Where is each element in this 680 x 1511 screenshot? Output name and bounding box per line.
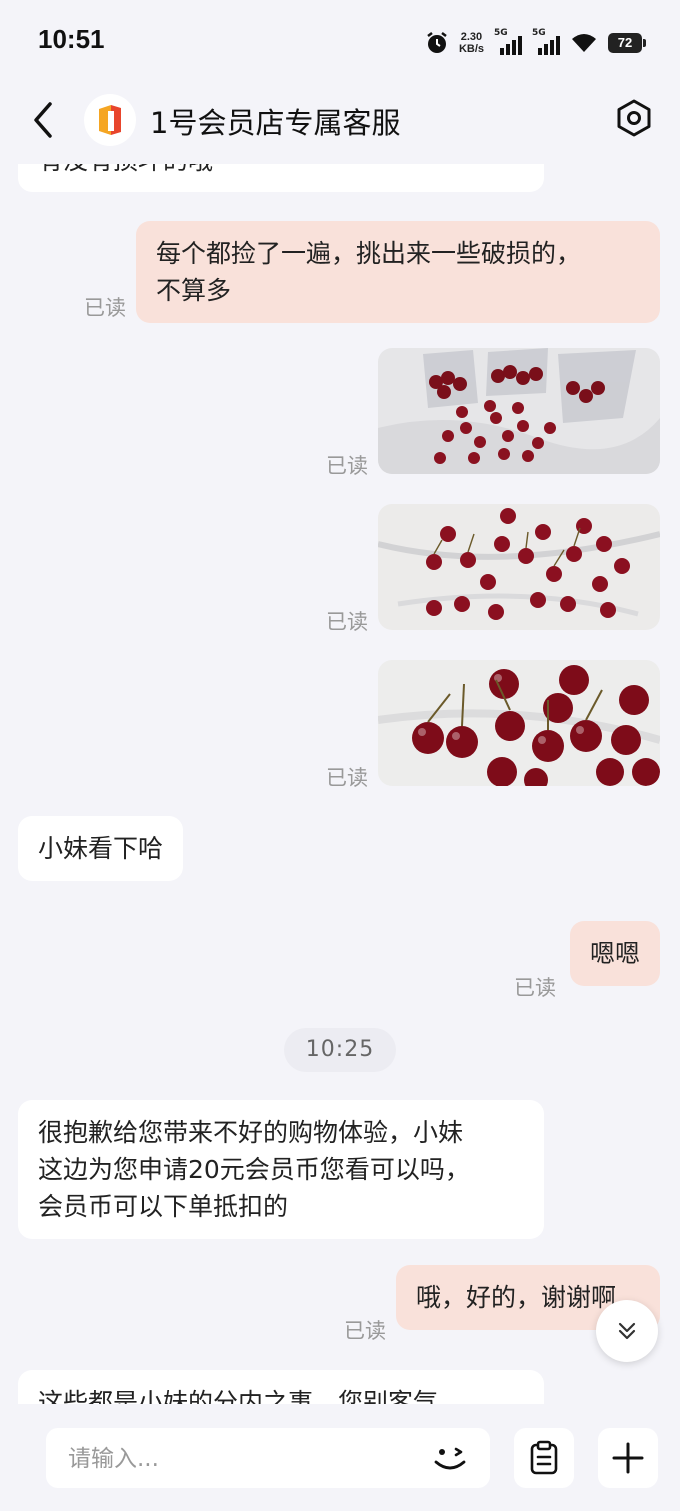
message-image-cherries-closeup[interactable] xyxy=(378,660,660,786)
read-status: 已读 xyxy=(326,454,368,478)
status-time: 10:51 xyxy=(38,24,105,54)
add-more-button[interactable] xyxy=(598,1428,658,1488)
clipboard-button[interactable] xyxy=(514,1428,574,1488)
message-outgoing: 嗯嗯 xyxy=(569,921,660,986)
message-image-cherries-bags[interactable] xyxy=(378,348,660,474)
clipboard-icon xyxy=(530,1440,558,1475)
shop-avatar[interactable] xyxy=(84,94,136,146)
battery-indicator: 72 xyxy=(608,33,646,53)
wifi-icon xyxy=(572,34,596,52)
chat-header: 1号会员店专属客服 xyxy=(0,84,680,164)
message-image-cherries-marble[interactable] xyxy=(378,504,660,630)
message-incoming: 小妹看下哈 xyxy=(18,816,184,881)
message-input[interactable] xyxy=(66,1428,410,1490)
signal-icon-sim2: 5G xyxy=(532,28,560,55)
plus-icon xyxy=(612,1442,644,1474)
time-divider: 10:25 xyxy=(284,1028,396,1072)
wink-face-icon[interactable] xyxy=(430,1440,470,1476)
message-incoming: 有没有损坏的哦 xyxy=(18,164,544,192)
read-status: 已读 xyxy=(84,296,126,320)
scroll-to-bottom-button[interactable] xyxy=(596,1300,658,1362)
back-chevron-icon[interactable] xyxy=(28,100,58,140)
message-outgoing: 每个都捡了一遍，挑出来一些破损的， 不算多 xyxy=(136,221,660,323)
settings-gear-icon[interactable] xyxy=(614,98,654,138)
input-bar xyxy=(0,1404,680,1511)
message-input-box[interactable] xyxy=(46,1428,490,1490)
message-incoming: 很抱歉给您带来不好的购物体验，小妹 这边为您申请20元会员币您看可以吗， 会员币… xyxy=(18,1100,544,1239)
cherry-photo xyxy=(378,660,660,786)
cherry-photo xyxy=(378,504,660,630)
message-incoming: 这些都是小妹的分内之事，您别客气 xyxy=(18,1370,544,1404)
chat-title: 1号会员店专属客服 xyxy=(150,106,401,140)
signal-icon-sim1: 5G xyxy=(494,28,522,55)
read-status: 已读 xyxy=(326,610,368,634)
status-bar: 10:51 2.30 KB/s 5G 5G 72 xyxy=(0,0,680,84)
status-icons: 2.30 KB/s 5G 5G 72 xyxy=(425,26,646,60)
message-list[interactable]: 有没有损坏的哦 每个都捡了一遍，挑出来一些破损的， 不算多 已读 xyxy=(0,164,680,1404)
alarm-icon xyxy=(427,32,447,53)
read-status: 已读 xyxy=(514,976,556,1000)
shop-logo-icon xyxy=(99,105,121,135)
net-speed: 2.30 KB/s xyxy=(458,31,484,55)
read-status: 已读 xyxy=(326,766,368,790)
read-status: 已读 xyxy=(344,1319,386,1343)
cherry-photo xyxy=(378,348,660,474)
double-chevron-down-icon xyxy=(618,1322,636,1340)
